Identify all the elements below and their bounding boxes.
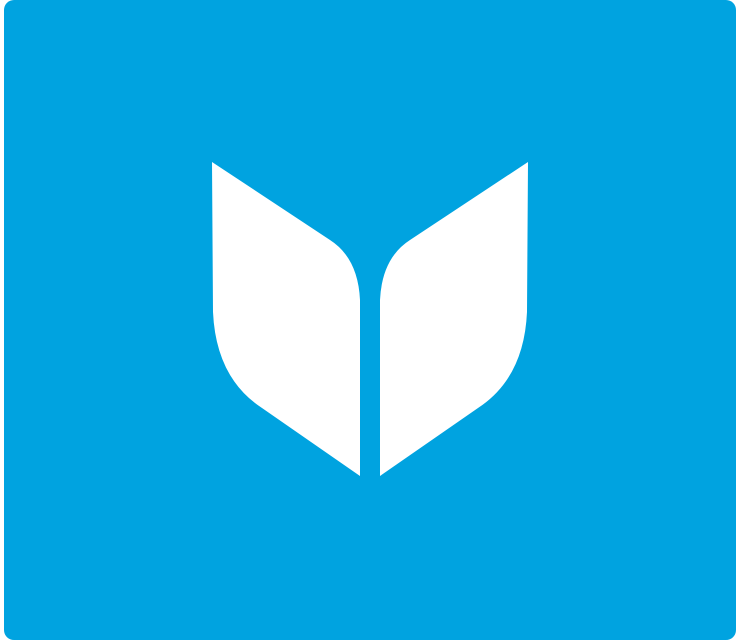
app-icon[interactable]: [4, 0, 736, 640]
icon-background: [4, 0, 736, 640]
book-logo-icon: [4, 0, 736, 640]
